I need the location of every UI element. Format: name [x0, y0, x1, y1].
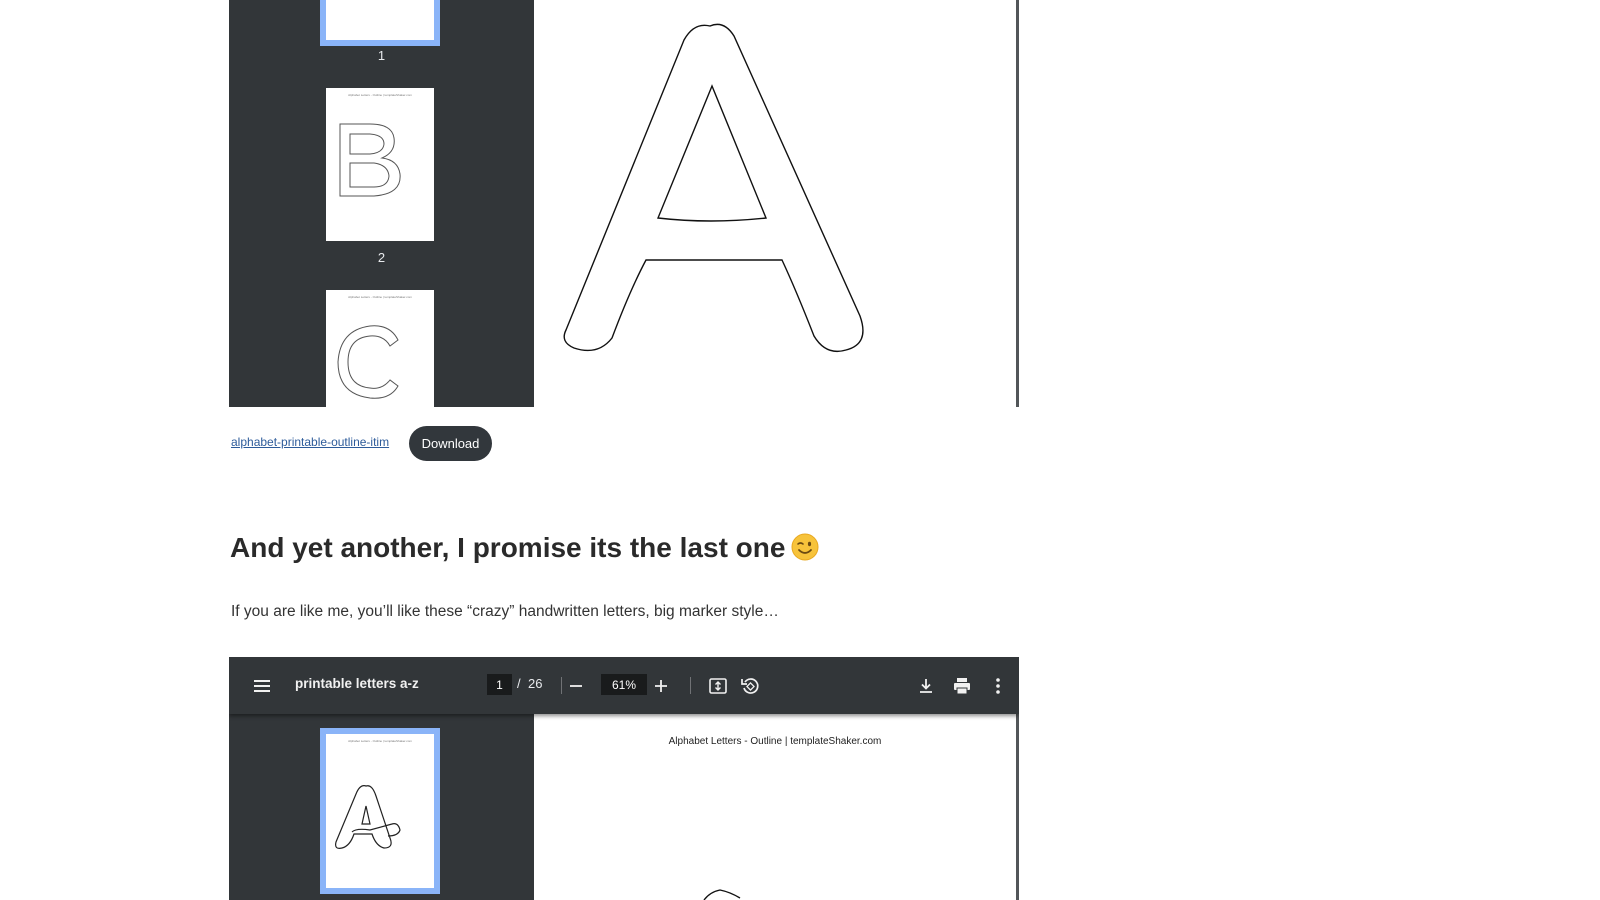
zoom-level-input[interactable]	[601, 674, 647, 695]
pdf-viewer-printable-letters[interactable]: printable letters a-z / 26	[229, 657, 1019, 900]
letter-c-outline-thumbnail	[337, 325, 399, 399]
document-page-1: Alphabet Letters - Outline | templateSha…	[534, 714, 1016, 900]
more-options-icon[interactable]	[987, 675, 1009, 697]
page-separator: /	[517, 676, 521, 691]
thumbnail-page-3[interactable]: Alphabet Letters - Outline | templateSha…	[326, 290, 434, 407]
letter-a-outline	[563, 23, 864, 353]
thumbnail-page-1[interactable]: Alphabet Letters - Outline | templateSha…	[320, 728, 440, 894]
zoom-out-icon[interactable]	[565, 675, 587, 697]
letter-b-outline-thumbnail	[339, 123, 401, 197]
section-paragraph: If you are like me, you’ll like these “c…	[231, 603, 779, 620]
thumbnail-sidebar[interactable]: 1 Alphabet Letters - Outline | templateS…	[229, 0, 534, 407]
section-heading-text: And yet another, I promise its the last …	[230, 532, 786, 563]
letter-a-marker-thumbnail	[335, 785, 401, 849]
rotate-icon[interactable]	[739, 675, 761, 697]
pdf-file-link[interactable]: alphabet-printable-outline-itim	[231, 435, 389, 449]
winking-face-icon	[791, 533, 819, 568]
download-button[interactable]: Download	[409, 426, 492, 461]
download-icon[interactable]	[915, 675, 937, 697]
document-page-area[interactable]	[534, 0, 1019, 407]
pdf-toolbar: printable letters a-z / 26	[229, 657, 1019, 714]
toolbar-divider	[561, 677, 562, 694]
fit-page-icon[interactable]	[707, 675, 729, 697]
total-pages: 26	[528, 676, 543, 691]
thumbnail-page-1[interactable]	[320, 0, 440, 46]
thumbnail-number: 2	[377, 250, 386, 265]
section-heading: And yet another, I promise its the last …	[230, 532, 819, 568]
pdf-viewer-alphabet-outline-itim[interactable]: 1 Alphabet Letters - Outline | templateS…	[229, 0, 1019, 407]
thumbnail-sidebar[interactable]: Alphabet Letters - Outline | templateSha…	[229, 714, 534, 900]
letter-a-marker-outline	[703, 889, 741, 900]
document-title: printable letters a-z	[295, 676, 419, 691]
thumbnail-page-2[interactable]: Alphabet Letters - Outline | templateSha…	[326, 88, 434, 241]
print-icon[interactable]	[951, 675, 973, 697]
zoom-in-icon[interactable]	[650, 675, 672, 697]
document-page-area[interactable]: Alphabet Letters - Outline | templateSha…	[534, 714, 1019, 900]
thumbnail-number: 1	[377, 48, 386, 63]
document-page-1	[534, 0, 1016, 407]
menu-icon[interactable]	[251, 675, 273, 697]
toolbar-divider	[690, 677, 691, 694]
page-number-input[interactable]	[487, 674, 512, 695]
